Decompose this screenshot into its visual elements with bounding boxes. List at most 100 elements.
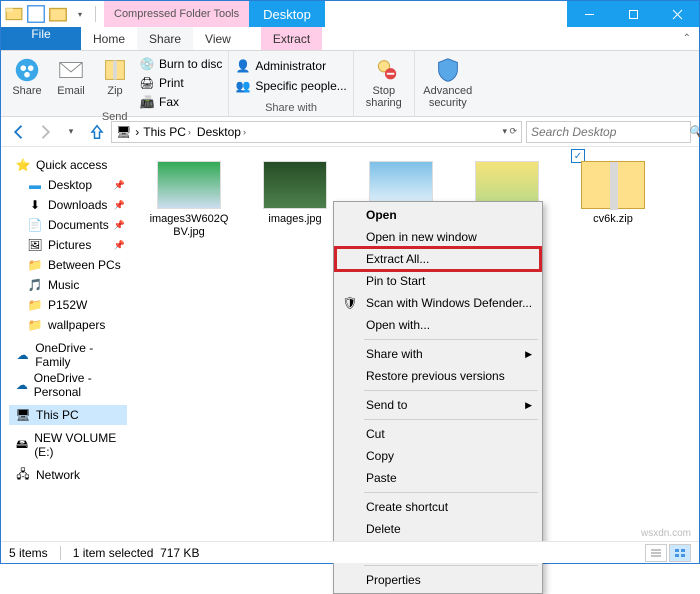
folder-icon: 📁 — [27, 317, 43, 333]
separator — [364, 419, 538, 420]
star-icon: ⭐ — [15, 157, 31, 173]
file-item-selected[interactable]: ✓ cv6k.zip — [573, 161, 653, 226]
pin-icon: 📌 — [114, 180, 125, 191]
ctx-send-to[interactable]: Send to▶ — [336, 394, 540, 416]
network-icon: 🖧 — [15, 467, 31, 483]
shield-icon — [433, 55, 463, 85]
tab-share[interactable]: Share — [137, 27, 193, 50]
search-box[interactable]: 🔍 — [526, 121, 691, 143]
file-item[interactable]: images.jpg — [255, 161, 335, 226]
watermark: wsxdn.com — [641, 528, 691, 539]
crumb-desktop[interactable]: Desktop› — [195, 125, 248, 139]
search-input[interactable] — [531, 125, 688, 139]
crumb-thispc[interactable]: This PC› — [141, 125, 193, 139]
chevron-right-icon: ▶ — [525, 349, 532, 360]
refresh-button[interactable]: ▾ ⟳ — [502, 126, 517, 137]
qat-new-folder-icon[interactable] — [47, 3, 69, 25]
nav-network[interactable]: 🖧Network — [9, 465, 127, 485]
pc-icon: 🖥 — [15, 407, 31, 423]
email-icon — [56, 55, 86, 85]
nav-desktop[interactable]: ▬Desktop📌 — [9, 175, 127, 195]
nav-pictures[interactable]: 🖼Pictures📌 — [9, 235, 127, 255]
onedrive-icon: ☁ — [15, 377, 29, 393]
qat-dropdown-icon[interactable]: ▾ — [69, 3, 91, 25]
ctx-open[interactable]: Open — [336, 204, 540, 226]
ribbon-collapse-icon[interactable]: ⌃ — [683, 33, 691, 44]
nav-wallpapers[interactable]: 📁wallpapers — [9, 315, 127, 335]
separator — [364, 492, 538, 493]
ctx-pin-to-start[interactable]: Pin to Start — [336, 270, 540, 292]
separator — [364, 339, 538, 340]
download-icon: ⬇ — [27, 197, 43, 213]
pictures-icon: 🖼 — [27, 237, 43, 253]
ctx-extract-all[interactable]: Extract All... — [336, 248, 540, 270]
status-selected: 1 item selected 717 KB — [73, 546, 200, 560]
fax-icon: 📠 — [139, 94, 155, 110]
nav-downloads[interactable]: ⬇Downloads📌 — [9, 195, 127, 215]
share-specific-people[interactable]: 👥Specific people... — [235, 77, 346, 95]
thumbnail — [263, 161, 327, 209]
nav-quick-access[interactable]: ⭐Quick access — [9, 155, 127, 175]
ctx-share-with[interactable]: Share with▶ — [336, 343, 540, 365]
ctx-scan-defender[interactable]: 🛡Scan with Windows Defender... — [336, 292, 540, 314]
share-icon — [12, 55, 42, 85]
nav-new-volume[interactable]: 🖴NEW VOLUME (E:) — [9, 435, 127, 455]
nav-music[interactable]: 🎵Music — [9, 275, 127, 295]
print-button[interactable]: 🖨Print — [139, 74, 222, 92]
users-icon: 👥 — [235, 78, 251, 94]
nav-pane: ⭐Quick access ▬Desktop📌 ⬇Downloads📌 📄Doc… — [1, 147, 131, 559]
tab-file[interactable]: File — [1, 27, 81, 50]
close-button[interactable] — [655, 1, 699, 27]
ctx-restore-versions[interactable]: Restore previous versions — [336, 365, 540, 387]
fax-button[interactable]: 📠Fax — [139, 93, 222, 111]
share-button[interactable]: Share — [7, 53, 47, 111]
ctx-open-new-window[interactable]: Open in new window — [336, 226, 540, 248]
maximize-button[interactable] — [611, 1, 655, 27]
ctx-copy[interactable]: Copy — [336, 445, 540, 467]
ribbon-tabs: File Home Share View Extract ⌃ — [1, 27, 699, 51]
user-icon: 👤 — [235, 58, 251, 74]
burn-button[interactable]: 💿Burn to disc — [139, 55, 222, 73]
file-item[interactable]: images3W602QBV.jpg — [149, 161, 229, 239]
advanced-security-button[interactable]: Advanced security — [421, 53, 475, 109]
nav-p152w[interactable]: 📁P152W — [9, 295, 127, 315]
stop-sharing-button[interactable]: Stop sharing — [360, 53, 408, 109]
status-bar: 5 items 1 item selected 717 KB — [1, 541, 699, 563]
nav-documents[interactable]: 📄Documents📌 — [9, 215, 127, 235]
ribbon: Share Email Zip 💿Burn to disc 🖨Print 📠Fa… — [1, 51, 699, 117]
view-thumbnails-button[interactable] — [669, 544, 691, 562]
nav-onedrive-personal[interactable]: ☁OneDrive - Personal — [9, 375, 127, 395]
pc-icon: 🖥 — [116, 125, 131, 139]
status-item-count: 5 items — [9, 546, 48, 560]
nav-this-pc[interactable]: 🖥This PC — [9, 405, 127, 425]
ctx-properties[interactable]: Properties — [336, 569, 540, 591]
defender-icon: 🛡 — [342, 295, 358, 311]
ctx-create-shortcut[interactable]: Create shortcut — [336, 496, 540, 518]
ctx-delete[interactable]: Delete — [336, 518, 540, 540]
tab-view[interactable]: View — [193, 27, 243, 50]
ctx-paste[interactable]: Paste — [336, 467, 540, 489]
share-administrator[interactable]: 👤Administrator — [235, 57, 346, 75]
desktop-icon: ▬ — [27, 177, 43, 193]
nav-onedrive-family[interactable]: ☁OneDrive - Family — [9, 345, 127, 365]
nav-between-pcs[interactable]: 📁Between PCs — [9, 255, 127, 275]
email-button[interactable]: Email — [51, 53, 91, 111]
folder-icon: 📁 — [27, 257, 43, 273]
view-details-button[interactable] — [645, 544, 667, 562]
qat-properties-icon[interactable] — [25, 3, 47, 25]
pin-icon: 📌 — [114, 200, 125, 211]
ctx-cut[interactable]: Cut — [336, 423, 540, 445]
tab-home[interactable]: Home — [81, 27, 137, 50]
thumbnail — [157, 161, 221, 209]
minimize-button[interactable] — [567, 1, 611, 27]
pin-icon: 📌 — [114, 240, 125, 251]
zip-button[interactable]: Zip — [95, 53, 135, 111]
zip-icon — [100, 55, 130, 85]
title-bar: ▾ Compressed Folder Tools Desktop — [1, 1, 699, 27]
tab-extract[interactable]: Extract — [261, 27, 322, 50]
disc-icon: 💿 — [139, 56, 155, 72]
ctx-open-with[interactable]: Open with... — [336, 314, 540, 336]
music-icon: 🎵 — [27, 277, 43, 293]
stop-sharing-icon — [369, 55, 399, 85]
search-icon: 🔍 — [688, 125, 700, 138]
